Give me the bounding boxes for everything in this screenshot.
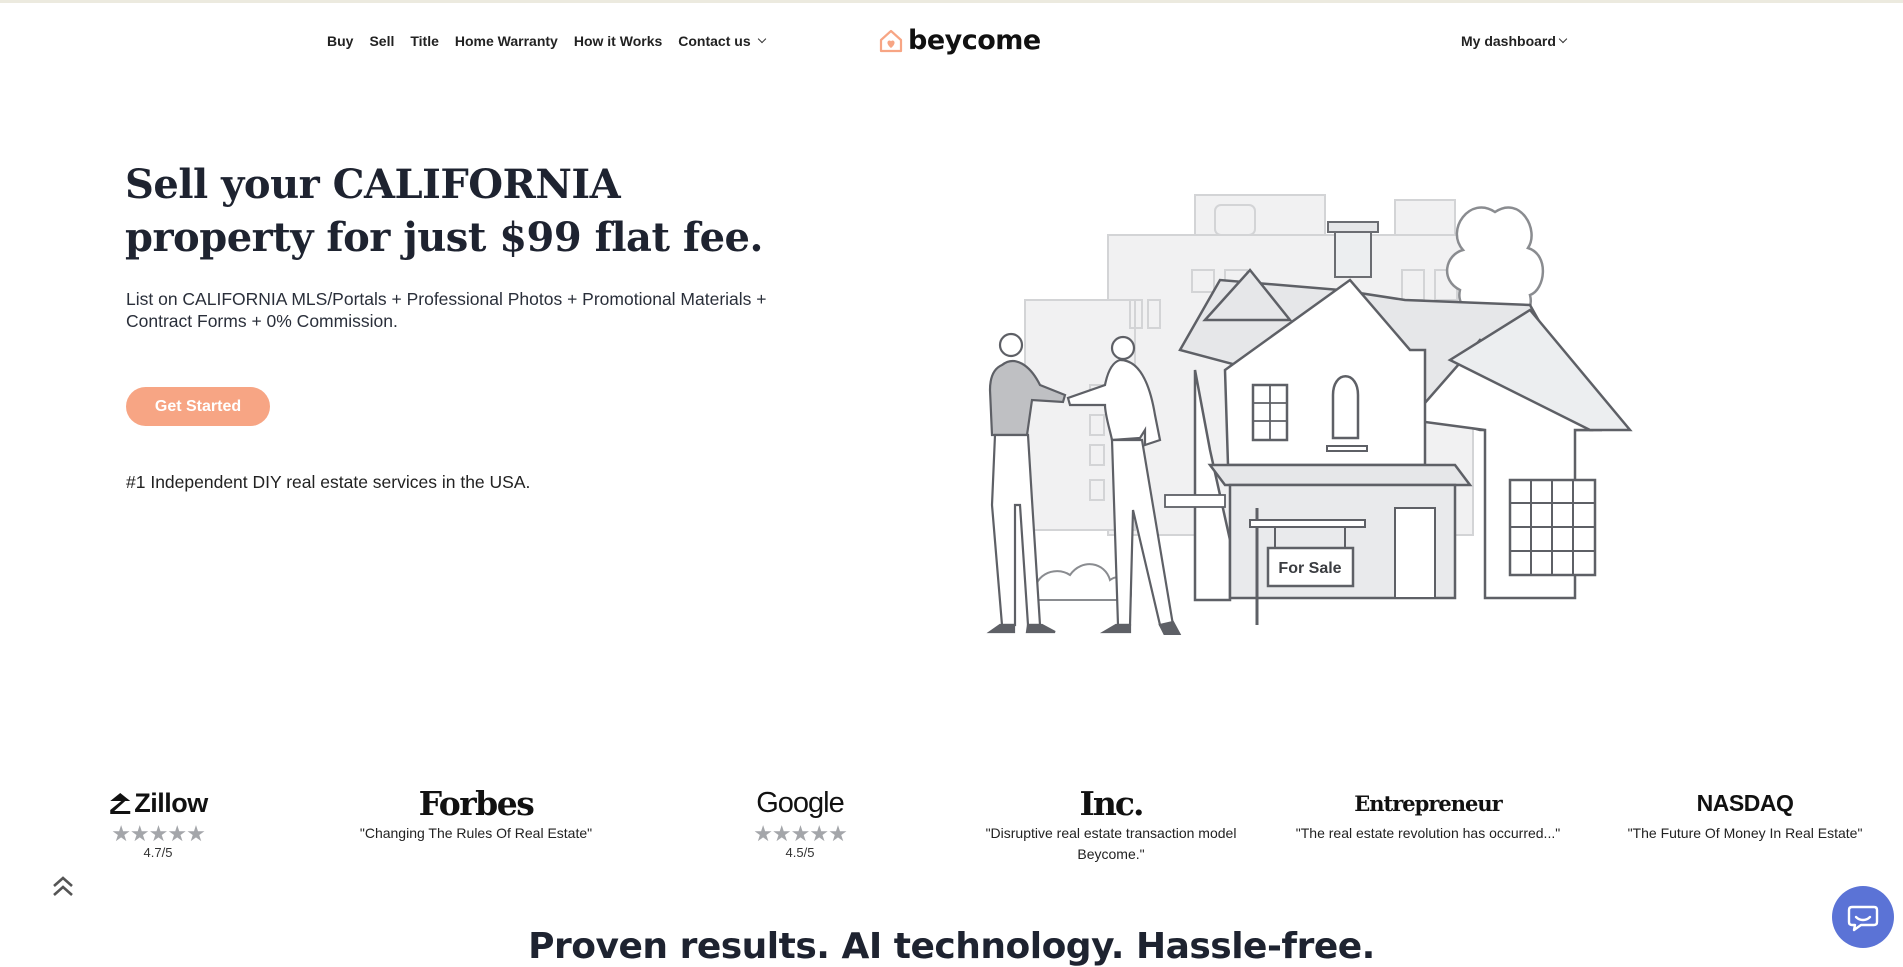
press-nasdaq[interactable]: NASDAQ "The Future Of Money In Real Esta… <box>1628 785 1863 844</box>
press-entrepreneur[interactable]: Entrepreneur "The real estate revolution… <box>1296 785 1560 844</box>
star-icon: ★★★★★ <box>753 821 848 846</box>
inc-quote: "Disruptive real estate transaction mode… <box>985 825 1237 862</box>
chat-button[interactable] <box>1832 886 1894 948</box>
nasdaq-quote: "The Future Of Money In Real Estate" <box>1627 825 1863 841</box>
star-icon: ★★★★★ <box>111 821 206 846</box>
press-inc[interactable]: Inc. "Disruptive real estate transaction… <box>981 783 1241 865</box>
google-rating: 4.5/5 <box>785 845 815 860</box>
home-heart-icon <box>879 29 903 52</box>
double-chevron-up-icon[interactable] <box>48 872 78 902</box>
nav-how-it-works[interactable]: How it Works <box>574 33 662 49</box>
nav-title[interactable]: Title <box>410 33 439 49</box>
forbes-quote: "Changing The Rules Of Real Estate" <box>359 825 593 841</box>
chevron-down-icon <box>1558 34 1568 44</box>
logo-text: beycome <box>908 25 1041 56</box>
house-sale-illustration: For Sale <box>986 194 1633 635</box>
hero-subtitle: List on CALIFORNIA MLS/Portals + Profess… <box>126 289 767 331</box>
zillow-wordmark: Zillow <box>134 787 208 818</box>
get-started-button[interactable]: Get Started <box>126 387 270 426</box>
press-google[interactable]: Google ★★★★★ 4.5/5 <box>753 785 848 861</box>
nav-contact-us[interactable]: Contact us <box>678 33 766 49</box>
hero-tagline: #1 Independent DIY real estate services … <box>126 472 531 492</box>
zillow-icon <box>110 793 131 814</box>
for-sale-sign-text: For Sale <box>1278 560 1341 577</box>
entrepreneur-logo: Entrepreneur <box>1354 790 1502 816</box>
dashboard-label: My dashboard <box>1461 33 1556 49</box>
entrepreneur-quote: "The real estate revolution has occurred… <box>1295 825 1561 841</box>
press-logos: Zillow ★★★★★ 4.7/5 Forbes "Changing The … <box>0 783 1903 885</box>
section-heading: Proven results. AI technology. Hassle-fr… <box>528 926 1375 967</box>
chevron-down-icon <box>757 34 766 44</box>
zillow-logo: Zillow <box>108 785 208 821</box>
nav-contact-label: Contact us <box>678 33 751 49</box>
press-forbes[interactable]: Forbes "Changing The Rules Of Real Estat… <box>359 783 593 844</box>
site-header: Buy Sell Title Home Warranty How it Work… <box>0 3 1903 79</box>
my-dashboard-menu[interactable]: My dashboard <box>1461 33 1568 49</box>
nav-home-warranty[interactable]: Home Warranty <box>455 33 558 49</box>
press-zillow[interactable]: Zillow ★★★★★ 4.7/5 <box>108 785 208 860</box>
chat-icon <box>1847 905 1879 932</box>
beycome-logo[interactable]: beycome <box>878 25 1041 56</box>
google-logo: Google <box>756 786 845 819</box>
nav-sell[interactable]: Sell <box>369 33 394 49</box>
zillow-rating: 4.7/5 <box>143 845 173 860</box>
inc-logo: Inc. <box>1079 783 1144 823</box>
forbes-logo: Forbes <box>418 783 535 823</box>
nav-buy[interactable]: Buy <box>327 33 353 49</box>
hero-title: Sell your CALIFORNIA property for just $… <box>125 161 763 261</box>
nasdaq-logo: NASDAQ <box>1696 789 1794 816</box>
main-nav: Buy Sell Title Home Warranty How it Work… <box>327 33 766 49</box>
